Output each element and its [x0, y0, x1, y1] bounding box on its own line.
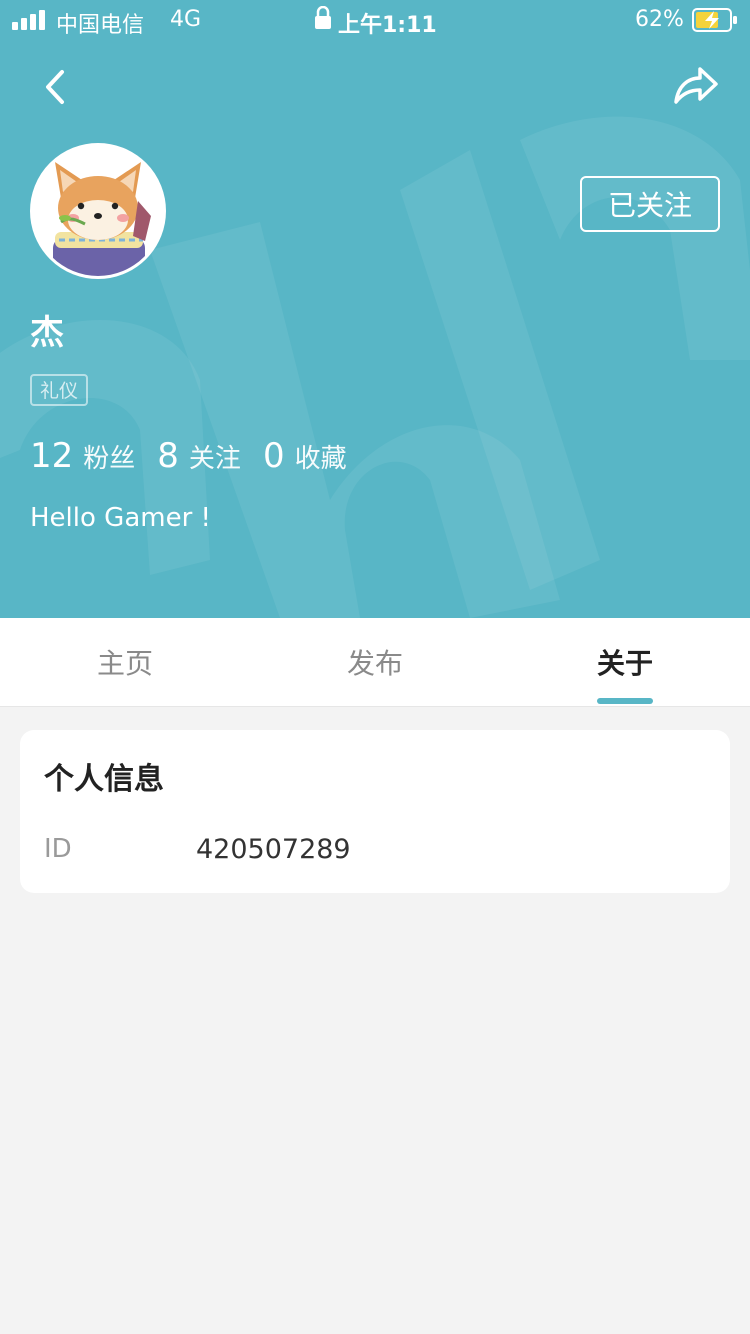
- navigation-bar: [0, 40, 750, 128]
- stat-favorites[interactable]: 0 收藏: [263, 436, 347, 476]
- back-icon[interactable]: [30, 62, 80, 112]
- stat-favorites-label: 收藏: [294, 444, 347, 474]
- personal-info-card: 个人信息 ID 420507289: [20, 730, 730, 893]
- carrier-name: 中国电信: [56, 13, 145, 38]
- active-tab-indicator: [597, 698, 653, 704]
- lock-icon: [315, 6, 331, 29]
- network-type: 4G: [170, 7, 202, 32]
- profile-stats: 12 粉丝 8 关注 0 收藏: [30, 436, 369, 476]
- stat-following[interactable]: 8 关注: [157, 436, 241, 476]
- follow-button[interactable]: 已关注: [580, 176, 720, 232]
- shiba-avatar-image: [33, 146, 163, 276]
- tab-about[interactable]: 关于: [500, 618, 750, 706]
- user-tag: 礼仪: [30, 374, 89, 406]
- stat-followers-label: 粉丝: [83, 444, 136, 474]
- id-label: ID: [44, 834, 72, 864]
- id-value: 420507289: [196, 834, 351, 865]
- tab-home[interactable]: 主页: [0, 618, 250, 706]
- tab-posts[interactable]: 发布: [250, 618, 500, 706]
- stat-favorites-count: 0: [262, 436, 285, 476]
- stat-followers-count: 12: [30, 436, 74, 476]
- username: 杰: [30, 313, 64, 353]
- stat-following-label: 关注: [188, 444, 241, 474]
- profile-tabs: 主页 发布 关于: [0, 618, 750, 707]
- section-title: 个人信息: [44, 762, 164, 797]
- battery-icon: [692, 8, 737, 32]
- user-bio: Hello Gamer !: [30, 503, 211, 533]
- stat-followers[interactable]: 12 粉丝: [30, 436, 135, 476]
- signal-icon: [12, 10, 45, 30]
- stat-following-count: 8: [157, 436, 179, 476]
- share-icon[interactable]: [668, 60, 722, 114]
- status-bar: 中国电信 4G 上午1:11 62%: [0, 0, 750, 40]
- avatar[interactable]: [30, 143, 166, 279]
- profile-header: 中国电信 4G 上午1:11 62% 已关注 杰 礼仪 12 粉丝 8 关注 0…: [0, 0, 750, 618]
- battery-percent: 62%: [635, 7, 684, 32]
- clock: 上午1:11: [338, 13, 437, 38]
